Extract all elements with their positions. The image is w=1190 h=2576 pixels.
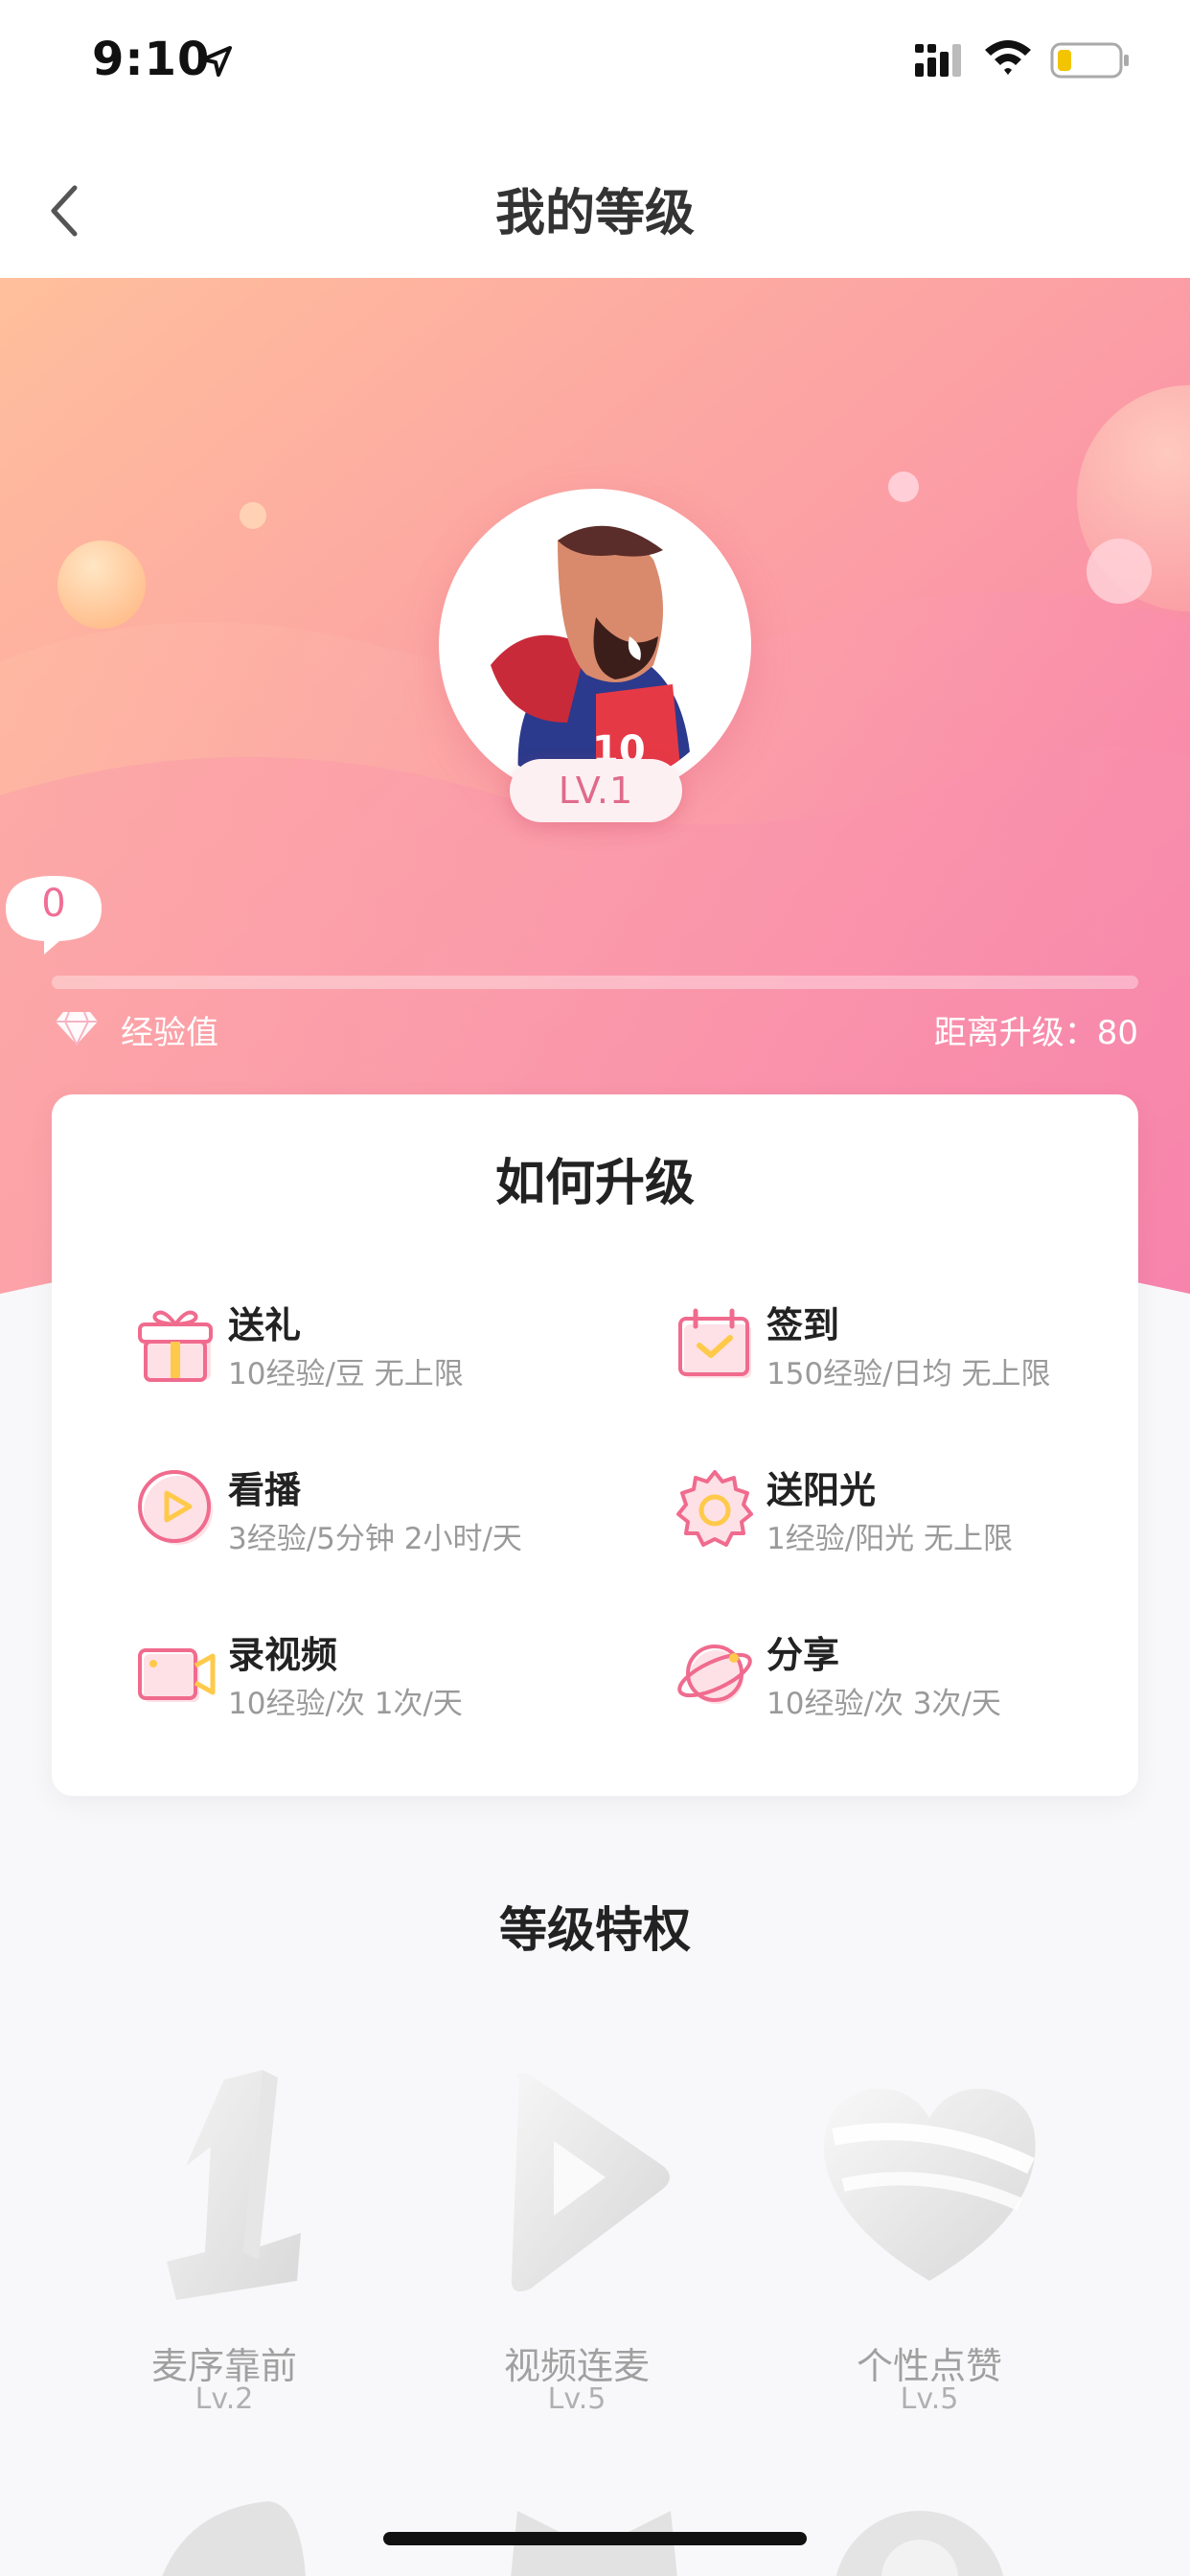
experience-label: 经验值 bbox=[121, 1014, 218, 1052]
planet-icon bbox=[677, 1644, 752, 1704]
method-name: 分享 bbox=[767, 1634, 840, 1676]
upgrade-method-gift: 送礼 10经验/豆 无上限 bbox=[136, 1296, 634, 1411]
home-indicator[interactable] bbox=[383, 2532, 807, 2545]
level-page: 9:10 我的等级 10 LV.1 0 经验值 距离升级：80 如何升级 送礼 … bbox=[0, 0, 1190, 2576]
heart-icon bbox=[823, 2088, 1036, 2281]
experience-value: 0 bbox=[41, 882, 66, 926]
navigation-bar: 我的等级 bbox=[0, 126, 1190, 278]
method-desc: 150经验/日均 无上限 bbox=[767, 1357, 1051, 1392]
diamond-icon bbox=[56, 1011, 98, 1046]
upgrade-method-checkin: 签到 150经验/日均 无上限 bbox=[675, 1296, 1173, 1411]
play-triangle-icon bbox=[511, 2072, 670, 2292]
avatar[interactable]: 10 bbox=[452, 502, 738, 788]
privilege-level: Lv.5 bbox=[900, 2382, 959, 2416]
privilege-partial-icon bbox=[162, 2501, 306, 2576]
privilege-level: Lv.2 bbox=[195, 2382, 254, 2416]
experience-progress-bar bbox=[52, 976, 1138, 989]
number-one-icon bbox=[167, 2070, 301, 2300]
method-desc: 10经验/豆 无上限 bbox=[228, 1357, 464, 1392]
avatar-frame: 10 bbox=[439, 489, 751, 801]
status-time: 9:10 bbox=[92, 33, 211, 86]
method-desc: 10经验/次 1次/天 bbox=[228, 1687, 463, 1721]
sun-icon bbox=[676, 1470, 753, 1547]
privilege-level: Lv.5 bbox=[547, 2382, 606, 2416]
level-badge: LV.1 bbox=[510, 759, 682, 822]
card-title: 如何升级 bbox=[494, 1155, 695, 1212]
gift-icon bbox=[138, 1310, 213, 1382]
page-title: 我的等级 bbox=[494, 185, 695, 242]
distance-to-upgrade: 距离升级：80 bbox=[933, 1014, 1138, 1052]
privilege-name: 视频连麦 bbox=[503, 2345, 650, 2387]
method-name: 送礼 bbox=[228, 1304, 302, 1346]
privilege-video-link[interactable]: 视频连麦 Lv.5 bbox=[433, 2060, 721, 2444]
calendar-check-icon bbox=[678, 1308, 751, 1378]
method-name: 看播 bbox=[228, 1469, 302, 1511]
play-circle-icon bbox=[138, 1470, 213, 1545]
method-name: 录视频 bbox=[228, 1634, 338, 1676]
avatar-illustration: 10 bbox=[452, 502, 738, 788]
privileges-title: 等级特权 bbox=[499, 1902, 691, 1958]
upgrade-method-record-video: 录视频 10经验/次 1次/天 bbox=[136, 1625, 634, 1740]
upgrade-method-share: 分享 10经验/次 3次/天 bbox=[675, 1625, 1173, 1740]
method-desc: 1经验/阳光 无上限 bbox=[767, 1522, 1014, 1556]
method-desc: 3经验/5分钟 2小时/天 bbox=[228, 1522, 522, 1556]
privilege-mic-priority[interactable]: 麦序靠前 Lv.2 bbox=[80, 2060, 368, 2444]
how-to-upgrade-card: 如何升级 送礼 10经验/豆 无上限 签到 150经验/日均 无上限 看播 3经… bbox=[52, 1094, 1138, 1796]
method-desc: 10经验/次 3次/天 bbox=[767, 1687, 1001, 1721]
status-bar: 9:10 bbox=[0, 0, 1190, 126]
privilege-name: 麦序靠前 bbox=[150, 2345, 297, 2387]
upgrade-method-watch: 看播 3经验/5分钟 2小时/天 bbox=[136, 1460, 634, 1576]
video-camera-icon bbox=[138, 1648, 216, 1702]
privilege-partial-icon bbox=[835, 2511, 1004, 2576]
method-name: 送阳光 bbox=[767, 1469, 877, 1511]
method-name: 签到 bbox=[767, 1304, 840, 1346]
wifi-icon bbox=[985, 40, 1031, 75]
location-arrow-icon bbox=[201, 46, 232, 77]
privilege-name: 个性点赞 bbox=[856, 2345, 1002, 2387]
cellular-signal-icon bbox=[915, 44, 961, 77]
upgrade-method-sunshine: 送阳光 1经验/阳光 无上限 bbox=[675, 1460, 1173, 1576]
battery-icon bbox=[1050, 42, 1129, 79]
privilege-custom-like[interactable]: 个性点赞 Lv.5 bbox=[786, 2060, 1073, 2444]
